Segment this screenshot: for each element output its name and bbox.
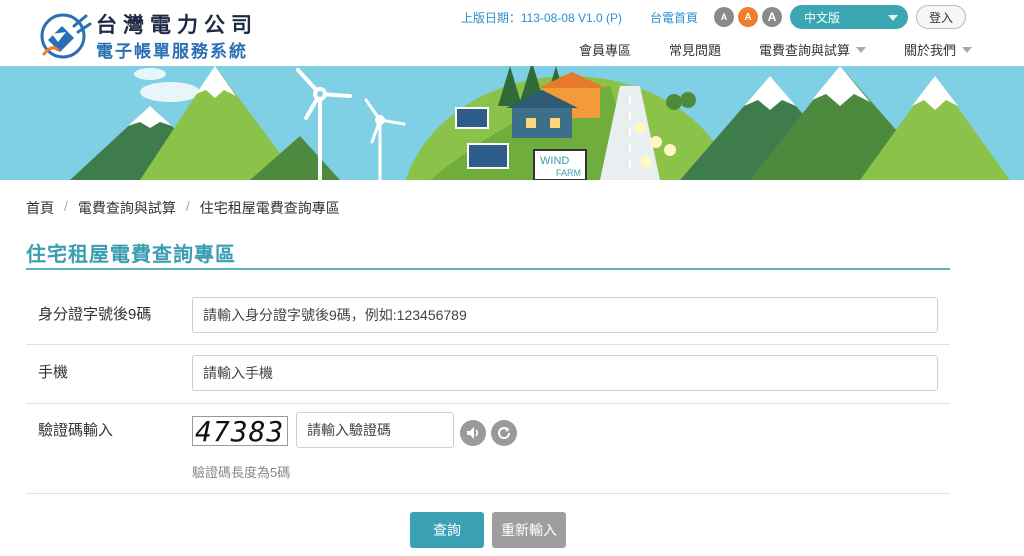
chevron-down-icon <box>888 15 898 21</box>
title-divider <box>26 268 950 270</box>
captcha-image: 47383 <box>192 416 288 446</box>
nav-member-area[interactable]: 會員專區 <box>579 40 631 59</box>
chevron-down-icon <box>855 46 866 53</box>
captcha-image-text: 47383 <box>195 416 285 446</box>
form-actions: 查詢 重新輸入 <box>410 512 574 548</box>
rental-bill-query-form: 身分證字號後9碼 手機 驗證碼輸入 47383 <box>26 286 950 494</box>
nav-faq[interactable]: 常見問題 <box>669 40 721 59</box>
nav-bill-inquiry-label: 電費查詢與試算 <box>758 43 850 58</box>
refresh-icon <box>498 427 511 440</box>
nav-about-us-label: 關於我們 <box>903 43 956 58</box>
breadcrumb-separator: / <box>64 198 68 214</box>
speaker-icon <box>467 427 479 439</box>
font-size-small-button[interactable]: A <box>714 7 734 27</box>
breadcrumb: 首頁 / 電費查詢與試算 / 住宅租屋電費查詢專區 <box>26 198 340 218</box>
font-size-large-button[interactable]: A <box>762 7 782 27</box>
captcha-audio-button[interactable] <box>460 420 486 446</box>
id-number-input[interactable] <box>192 297 938 333</box>
phone-label: 手機 <box>38 364 69 381</box>
font-size-medium-button[interactable]: A <box>738 7 758 27</box>
reset-form-button[interactable]: 重新輸入 <box>492 512 566 548</box>
wind-farm-sign-line1: WIND <box>540 155 569 167</box>
submit-query-button[interactable]: 查詢 <box>410 512 484 548</box>
captcha-input[interactable] <box>296 412 454 448</box>
page-title: 住宅租屋電費查詢專區 <box>26 244 236 266</box>
taipower-logo[interactable]: 台灣電力公司 電子帳單服務系統 <box>38 8 268 62</box>
captcha-refresh-button[interactable] <box>491 420 517 446</box>
hero-banner: WIND FARM <box>0 66 1024 180</box>
nav-faq-label: 常見問題 <box>668 43 721 58</box>
phone-input[interactable] <box>192 355 938 391</box>
phone-row: 手機 <box>26 345 950 404</box>
id-number-row: 身分證字號後9碼 <box>26 286 950 345</box>
logo-plug-icon <box>40 13 92 59</box>
nav-member-area-label: 會員專區 <box>578 43 631 58</box>
wind-farm-illustration: WIND FARM <box>0 66 1024 180</box>
language-select-value: 中文版 <box>804 10 841 25</box>
wind-farm-sign-line2: FARM <box>556 168 581 178</box>
breadcrumb-home[interactable]: 首頁 <box>26 198 54 218</box>
logo-company-name: 台灣電力公司 <box>96 12 258 37</box>
chevron-down-icon <box>962 46 972 53</box>
nav-about-us[interactable]: 關於我們 <box>904 40 972 59</box>
id-number-label: 身分證字號後9碼 <box>38 306 152 323</box>
release-version: 上版日期：113-08-08 V1.0 (P) <box>460 10 622 25</box>
nav-bill-inquiry[interactable]: 電費查詢與試算 <box>759 40 866 59</box>
breadcrumb-current: 住宅租屋電費查詢專區 <box>199 200 340 216</box>
breadcrumb-bill-inquiry[interactable]: 電費查詢與試算 <box>78 198 176 218</box>
logo-system-name: 電子帳單服務系統 <box>96 42 248 61</box>
language-select[interactable]: 中文版 <box>790 5 908 29</box>
top-utility-bar: 上版日期：113-08-08 V1.0 (P) 台電首頁 A A A 中文版 登… <box>461 5 966 29</box>
main-nav: 會員專區 常見問題 電費查詢與試算 關於我們 <box>579 40 972 59</box>
captcha-label: 驗證碼輸入 <box>38 422 114 439</box>
login-button[interactable]: 登入 <box>916 5 966 29</box>
taipower-home-link[interactable]: 台電首頁 <box>650 9 698 26</box>
site-header: 台灣電力公司 電子帳單服務系統 上版日期：113-08-08 V1.0 (P) … <box>0 0 1024 66</box>
captcha-row: 驗證碼輸入 47383 <box>26 404 950 494</box>
breadcrumb-separator: / <box>185 198 190 214</box>
captcha-length-hint: 驗證碼長度為5碼 <box>192 465 291 480</box>
